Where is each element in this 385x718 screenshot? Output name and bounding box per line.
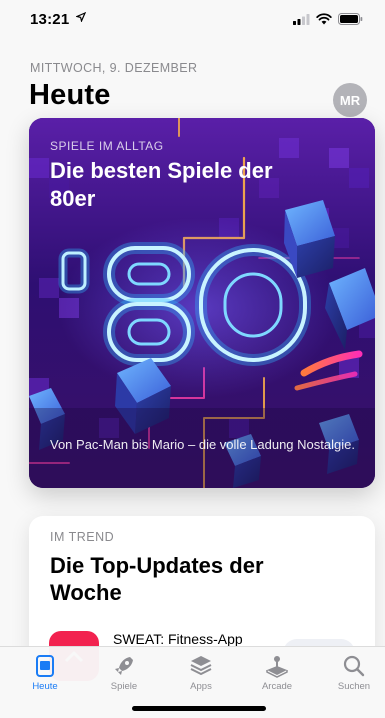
- account-avatar-button[interactable]: MR: [333, 83, 367, 117]
- tab-label: Suchen: [337, 681, 371, 692]
- tab-label: Heute: [32, 681, 58, 692]
- tab-label: Arcade: [261, 681, 293, 692]
- tab-suchen[interactable]: Suchen: [319, 653, 385, 697]
- tab-apps[interactable]: Apps: [166, 653, 236, 697]
- home-indicator[interactable]: [132, 706, 266, 711]
- date-label: MITTWOCH, 9. DEZEMBER: [30, 61, 198, 75]
- status-icons: [293, 12, 363, 30]
- battery-icon: [338, 12, 363, 30]
- status-bar: 13:21: [0, 0, 385, 36]
- tab-spiele[interactable]: Spiele: [89, 653, 159, 697]
- location-arrow-icon: [75, 11, 87, 25]
- today-icon: [36, 655, 54, 677]
- tab-arcade[interactable]: Arcade: [242, 653, 312, 697]
- trend-title: Die Top-Updates der Woche: [50, 553, 264, 605]
- search-icon: [343, 655, 365, 677]
- tab-heute[interactable]: Heute: [10, 653, 80, 697]
- layers-icon: [190, 656, 212, 675]
- app-name[interactable]: SWEAT: Fitness-App: [113, 631, 243, 647]
- app-store-today-screen: 13:21 MITTWOCH, 9. DEZEMBER Heute MR SPI…: [0, 0, 385, 718]
- hero-eyebrow: SPIELE IM ALLTAG: [50, 139, 164, 153]
- joystick-icon: [266, 656, 288, 678]
- page-title: Heute: [29, 79, 111, 111]
- rocket-icon: [115, 657, 133, 675]
- cellular-signal-icon: [293, 12, 310, 30]
- hero-title: Die besten Spiele der 80er: [50, 158, 273, 211]
- hero-description: Von Pac-Man bis Mario – die volle Ladung…: [50, 437, 355, 452]
- trend-eyebrow: IM TREND: [50, 530, 115, 544]
- tab-label: Apps: [190, 681, 212, 692]
- status-time: 13:21: [30, 11, 70, 28]
- avatar-initials: MR: [339, 92, 361, 108]
- featured-story-card[interactable]: SPIELE IM ALLTAG Die besten Spiele der 8…: [29, 118, 375, 488]
- wifi-icon: [316, 12, 332, 30]
- tab-label: Spiele: [110, 681, 138, 692]
